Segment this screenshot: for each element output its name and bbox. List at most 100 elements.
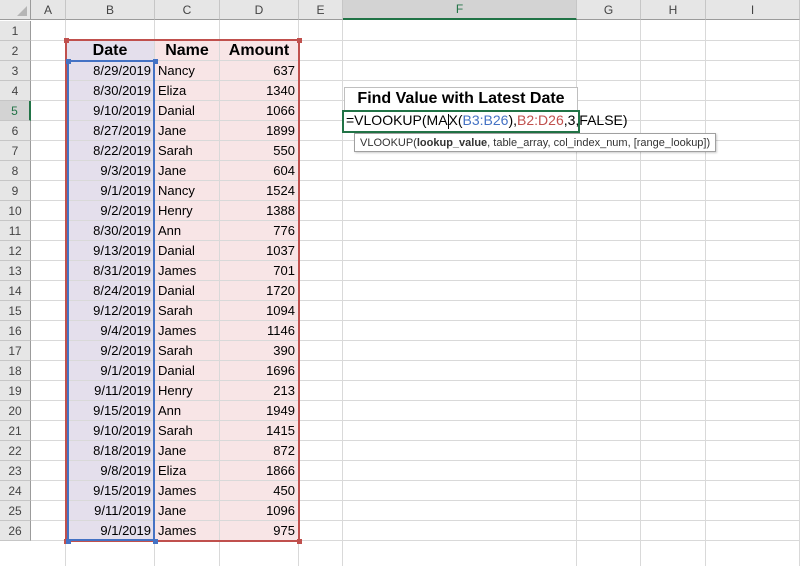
amount-cell[interactable]: 872 <box>220 441 298 460</box>
name-cell[interactable]: Jane <box>155 501 219 520</box>
name-cell[interactable]: Eliza <box>155 81 219 100</box>
date-cell[interactable]: 9/10/2019 <box>66 101 154 120</box>
amount-cell[interactable]: 1094 <box>220 301 298 320</box>
amount-cell[interactable]: 1388 <box>220 201 298 220</box>
name-cell[interactable]: Jane <box>155 121 219 140</box>
table-header-amount[interactable]: Amount <box>220 41 298 60</box>
date-cell[interactable]: 9/2/2019 <box>66 341 154 360</box>
date-cell[interactable]: 9/3/2019 <box>66 161 154 180</box>
range-resize-handle[interactable] <box>153 59 158 64</box>
date-cell[interactable]: 9/11/2019 <box>66 501 154 520</box>
amount-cell[interactable]: 1096 <box>220 501 298 520</box>
name-cell[interactable]: Danial <box>155 361 219 380</box>
date-cell[interactable]: 9/11/2019 <box>66 381 154 400</box>
name-cell[interactable]: Sarah <box>155 341 219 360</box>
amount-cell[interactable]: 975 <box>220 521 298 540</box>
column-header-i[interactable]: I <box>706 0 800 20</box>
amount-cell[interactable]: 1866 <box>220 461 298 480</box>
name-cell[interactable]: James <box>155 521 219 540</box>
row-header-5[interactable]: 5 <box>0 101 31 121</box>
range-resize-handle[interactable] <box>66 539 71 544</box>
column-header-d[interactable]: D <box>220 0 299 20</box>
date-cell[interactable]: 9/2/2019 <box>66 201 154 220</box>
tooltip-current-argument[interactable]: lookup_value <box>417 137 487 149</box>
amount-cell[interactable]: 550 <box>220 141 298 160</box>
range-resize-handle[interactable] <box>66 59 71 64</box>
amount-cell[interactable]: 1037 <box>220 241 298 260</box>
name-cell[interactable]: Ann <box>155 401 219 420</box>
name-cell[interactable]: Sarah <box>155 141 219 160</box>
date-cell[interactable]: 8/30/2019 <box>66 221 154 240</box>
date-cell[interactable]: 9/4/2019 <box>66 321 154 340</box>
amount-cell[interactable]: 1949 <box>220 401 298 420</box>
row-header-20[interactable]: 20 <box>0 401 31 421</box>
name-cell[interactable]: Eliza <box>155 461 219 480</box>
amount-cell[interactable]: 1340 <box>220 81 298 100</box>
row-header-17[interactable]: 17 <box>0 341 31 361</box>
name-cell[interactable]: Ann <box>155 221 219 240</box>
name-cell[interactable]: Henry <box>155 381 219 400</box>
name-cell[interactable]: Nancy <box>155 61 219 80</box>
amount-cell[interactable]: 637 <box>220 61 298 80</box>
date-cell[interactable]: 8/31/2019 <box>66 261 154 280</box>
row-header-26[interactable]: 26 <box>0 521 31 541</box>
date-cell[interactable]: 8/18/2019 <box>66 441 154 460</box>
row-header-3[interactable]: 3 <box>0 61 31 81</box>
row-header-25[interactable]: 25 <box>0 501 31 521</box>
name-cell[interactable]: Danial <box>155 101 219 120</box>
amount-cell[interactable]: 450 <box>220 481 298 500</box>
table-header-name[interactable]: Name <box>155 41 219 60</box>
spreadsheet-grid[interactable]: Date Name Amount 8/29/2019 Nancy 637 8/30/2019… <box>0 0 800 566</box>
row-header-12[interactable]: 12 <box>0 241 31 261</box>
formula-in-cell[interactable]: =VLOOKUP(MAX(B3:B26),B2:D26,3,FALSE) <box>346 112 628 129</box>
column-header-a[interactable]: A <box>31 0 66 20</box>
row-header-18[interactable]: 18 <box>0 361 31 381</box>
range-resize-handle[interactable] <box>153 539 158 544</box>
tooltip-other-arguments[interactable]: , table_array, col_index_num, [range_loo… <box>487 137 710 149</box>
row-header-23[interactable]: 23 <box>0 461 31 481</box>
name-cell[interactable]: Nancy <box>155 181 219 200</box>
date-cell[interactable]: 8/27/2019 <box>66 121 154 140</box>
title-cell[interactable]: Find Value with Latest Date <box>344 87 578 111</box>
name-cell[interactable]: Sarah <box>155 421 219 440</box>
amount-cell[interactable]: 776 <box>220 221 298 240</box>
amount-cell[interactable]: 390 <box>220 341 298 360</box>
row-header-8[interactable]: 8 <box>0 161 31 181</box>
row-header-6[interactable]: 6 <box>0 121 31 141</box>
date-cell[interactable]: 8/30/2019 <box>66 81 154 100</box>
date-cell[interactable]: 9/15/2019 <box>66 401 154 420</box>
name-cell[interactable]: Danial <box>155 241 219 260</box>
range-resize-handle[interactable] <box>64 38 69 43</box>
row-header-15[interactable]: 15 <box>0 301 31 321</box>
date-cell[interactable]: 8/22/2019 <box>66 141 154 160</box>
name-cell[interactable]: James <box>155 261 219 280</box>
row-header-11[interactable]: 11 <box>0 221 31 241</box>
row-header-2[interactable]: 2 <box>0 41 31 61</box>
date-cell[interactable]: 9/1/2019 <box>66 181 154 200</box>
table-header-date[interactable]: Date <box>66 41 154 60</box>
row-header-24[interactable]: 24 <box>0 481 31 501</box>
row-header-22[interactable]: 22 <box>0 441 31 461</box>
range-resize-handle[interactable] <box>297 38 302 43</box>
amount-cell[interactable]: 1899 <box>220 121 298 140</box>
amount-cell[interactable]: 1415 <box>220 421 298 440</box>
amount-cell[interactable]: 1066 <box>220 101 298 120</box>
row-header-19[interactable]: 19 <box>0 381 31 401</box>
date-cell[interactable]: 9/10/2019 <box>66 421 154 440</box>
name-cell[interactable]: Henry <box>155 201 219 220</box>
amount-cell[interactable]: 213 <box>220 381 298 400</box>
column-header-f[interactable]: F <box>343 0 577 20</box>
row-header-10[interactable]: 10 <box>0 201 31 221</box>
date-cell[interactable]: 9/13/2019 <box>66 241 154 260</box>
amount-cell[interactable]: 604 <box>220 161 298 180</box>
amount-cell[interactable]: 1146 <box>220 321 298 340</box>
row-header-4[interactable]: 4 <box>0 81 31 101</box>
name-cell[interactable]: Jane <box>155 441 219 460</box>
date-cell[interactable]: 9/12/2019 <box>66 301 154 320</box>
date-cell[interactable]: 9/1/2019 <box>66 521 154 540</box>
name-cell[interactable]: James <box>155 321 219 340</box>
row-header-13[interactable]: 13 <box>0 261 31 281</box>
name-cell[interactable]: Danial <box>155 281 219 300</box>
name-cell[interactable]: James <box>155 481 219 500</box>
amount-cell[interactable]: 701 <box>220 261 298 280</box>
